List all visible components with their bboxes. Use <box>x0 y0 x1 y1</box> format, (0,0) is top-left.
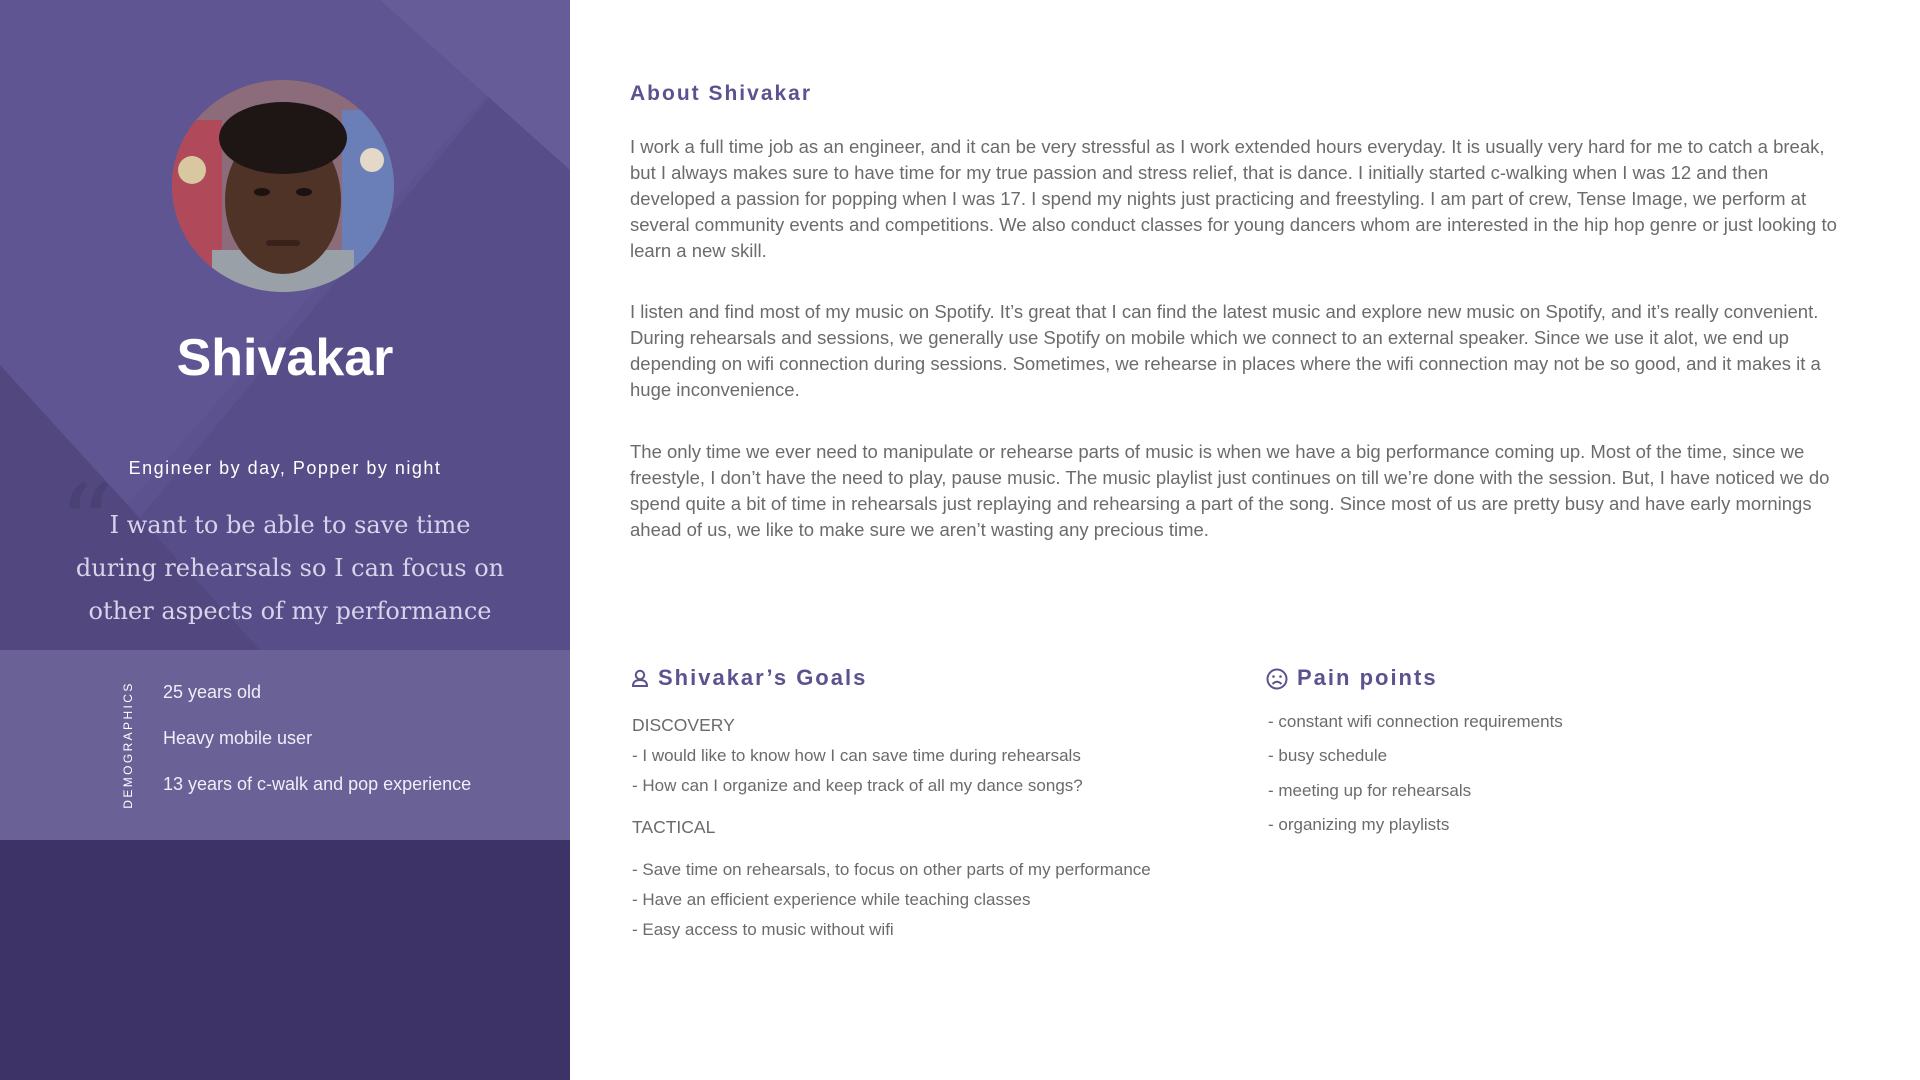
pain-points-title: Pain points <box>1266 665 1438 691</box>
goals-title: Shivakar’s Goals <box>630 665 867 691</box>
goals-discovery-label: DISCOVERY <box>632 715 735 735</box>
person-icon <box>630 668 650 688</box>
about-paragraph-3: The only time we ever need to manipulate… <box>630 441 1830 540</box>
sad-face-icon <box>1266 668 1288 690</box>
demographics-label: DEMOGRAPHICS <box>121 681 135 809</box>
demographic-device: Heavy mobile user <box>163 728 313 748</box>
about-title: About Shivakar <box>630 82 813 105</box>
persona-name: Shivakar <box>176 329 394 387</box>
pain-point-item: - constant wifi connection requirements <box>1268 712 1563 731</box>
about-paragraph-2: I listen and find most of my music on Sp… <box>630 301 1821 400</box>
profile-photo <box>172 80 394 292</box>
goal-tactical-item: - Easy access to music without wifi <box>632 920 894 939</box>
pain-point-item: - organizing my playlists <box>1268 815 1450 834</box>
goals-tactical-label: TACTICAL <box>632 817 716 837</box>
pain-points-title-text: Pain points <box>1297 665 1438 690</box>
goal-discovery-item: - How can I organize and keep track of a… <box>632 776 1083 795</box>
pain-point-item: - busy schedule <box>1268 746 1388 765</box>
goal-tactical-item: - Save time on rehearsals, to focus on o… <box>632 860 1151 879</box>
goals-title-text: Shivakar’s Goals <box>658 665 868 690</box>
about-paragraph-1: I work a full time job as an engineer, a… <box>630 136 1837 261</box>
goal-discovery-item: - I would like to know how I can save ti… <box>632 746 1081 765</box>
demographic-experience: 13 years of c-walk and pop experience <box>163 774 472 794</box>
avatar <box>172 80 394 292</box>
persona-sidebar: Shivakar Engineer by day, Popper by nigh… <box>0 0 570 1080</box>
pain-point-item: - meeting up for rehearsals <box>1268 781 1472 800</box>
persona-quote: I want to be able to save time during re… <box>75 511 505 625</box>
demographic-age: 25 years old <box>163 682 262 702</box>
goal-tactical-item: - Have an efficient experience while tea… <box>632 890 1031 909</box>
persona-header-panel: Shivakar Engineer by day, Popper by nigh… <box>0 0 570 650</box>
